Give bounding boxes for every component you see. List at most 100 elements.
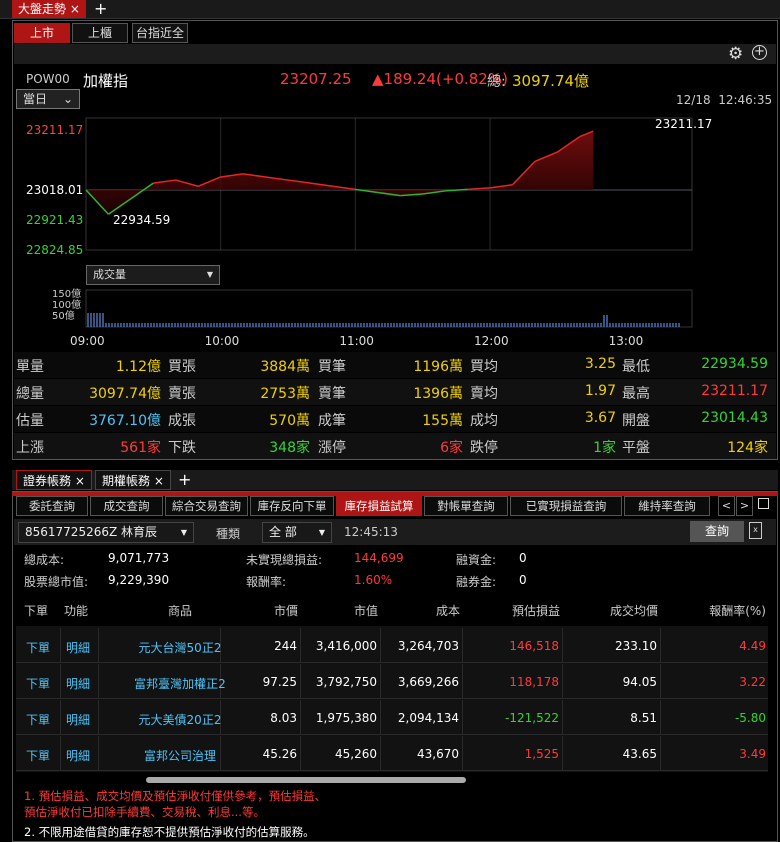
x-tick-label: 13:00 — [609, 334, 644, 348]
estimated-pl: 146,518 — [509, 639, 559, 653]
short-sale-value: 0 — [519, 573, 527, 587]
note-1-cont: 預估淨收付已扣除手續費、交易稅、利息...等。 — [24, 805, 265, 819]
stat-value: 155萬 — [422, 413, 463, 429]
column-header[interactable]: 成本 — [436, 602, 460, 619]
stat-label: 賣筆 — [318, 386, 346, 402]
detail-link[interactable]: 明細 — [66, 711, 90, 728]
return-rate-cell: -5.80 — [734, 711, 766, 725]
close-icon[interactable]: × — [75, 474, 85, 488]
stat-value: 348家 — [269, 440, 310, 456]
short-sale-label: 融券金: — [456, 575, 497, 589]
cost-cell: 2,094,134 — [397, 711, 459, 725]
product-name[interactable]: 富邦公司治理 — [100, 747, 260, 764]
stat-label: 賣張 — [168, 386, 196, 402]
order-link[interactable]: 下單 — [26, 675, 50, 692]
scroll-left-icon[interactable]: < — [718, 496, 735, 516]
stat-value: 561家 — [120, 440, 161, 456]
popout-icon[interactable] — [758, 498, 769, 509]
estimated-pl: 1,525 — [524, 747, 559, 761]
stat-label: 下跌 — [168, 440, 196, 456]
column-header[interactable]: 報酬率(%) — [709, 602, 766, 619]
stat-value: 3884萬 — [260, 359, 310, 375]
column-header[interactable]: 成交均價 — [610, 602, 658, 619]
stat-value: 3097.74億 — [89, 386, 161, 402]
subtab-7[interactable]: 維持率查詢 — [624, 496, 710, 516]
type-select[interactable]: 全 部 ▼ — [262, 522, 332, 543]
order-link[interactable]: 下單 — [26, 639, 50, 656]
note-1: 1. 預估損益、成交均價及預估淨收付僅供參考，預估損益、 — [24, 789, 327, 803]
y-tick-label: 23211.17 — [26, 123, 83, 137]
subtab-1[interactable]: 成交查詢 — [90, 496, 163, 516]
return-rate-cell: 3.49 — [739, 747, 766, 761]
tab-securities-account[interactable]: 證券帳務 × — [16, 470, 92, 490]
low-label: 22934.59 — [113, 213, 170, 227]
export-excel-icon[interactable]: x — [749, 522, 762, 539]
product-name[interactable]: 富邦臺灣加權正2 — [100, 675, 260, 692]
unrealized-label: 未實現總損益: — [246, 553, 323, 567]
market-value-label: 股票總市值: — [24, 575, 89, 589]
subtab-6[interactable]: 已實現損益查詢 — [510, 496, 622, 516]
stat-value: 1.97 — [584, 383, 616, 399]
x-tick-label: 11:00 — [339, 334, 374, 348]
return-rate: 1.60% — [354, 573, 393, 587]
stat-value: 1196萬 — [413, 359, 463, 375]
scroll-right-icon[interactable]: > — [736, 496, 753, 516]
dropdown-arrow-icon: ▼ — [318, 528, 325, 537]
stat-label: 最高 — [622, 386, 650, 402]
stat-value: 570萬 — [269, 413, 310, 429]
column-header[interactable]: 商品 — [140, 602, 220, 619]
note-2: 2. 不限用途借貸的庫存恕不提供預估淨收付的估算服務。 — [24, 825, 315, 839]
price-chart: 23211.17 22934.59 23211.17 23018.01 22921.43… — [26, 117, 712, 348]
financing-label: 融資金: — [456, 553, 497, 567]
horizontal-scrollbar[interactable] — [146, 777, 466, 783]
stat-value: 1家 — [593, 440, 616, 456]
dropdown-arrow-icon: ▼ — [180, 528, 187, 537]
dropdown-arrow-icon: ▼ — [206, 270, 213, 279]
stat-value: 23211.17 — [701, 383, 768, 399]
column-header[interactable]: 下單 — [24, 602, 48, 619]
query-button[interactable]: 查詢 — [690, 521, 744, 542]
avg-price: 233.10 — [615, 639, 657, 653]
return-rate-cell: 4.49 — [739, 639, 766, 653]
stat-label: 成均 — [470, 413, 498, 429]
column-header[interactable]: 市價 — [274, 602, 298, 619]
detail-link[interactable]: 明細 — [66, 639, 90, 656]
market-price: 45.26 — [262, 747, 297, 761]
cost-cell: 3,264,703 — [397, 639, 459, 653]
volume-tick-label: 150億 — [52, 287, 81, 300]
column-header[interactable]: 功能 — [64, 602, 88, 619]
detail-link[interactable]: 明細 — [66, 747, 90, 764]
tab-label: 期權帳務 — [102, 474, 151, 488]
stat-value: 6家 — [440, 440, 463, 456]
product-name[interactable]: 元大台灣50正2 — [100, 639, 260, 656]
stat-label: 開盤 — [622, 413, 650, 429]
account-select[interactable]: 85617725266Z 林育辰 ▼ — [18, 522, 194, 543]
subtab-4[interactable]: 庫存損益試算 — [336, 496, 422, 516]
product-name[interactable]: 元大美債20正2 — [100, 711, 260, 728]
subtab-0[interactable]: 委託查詢 — [16, 496, 88, 516]
query-time: 12:45:13 — [344, 525, 398, 539]
stat-label: 買筆 — [318, 359, 346, 375]
column-header[interactable]: 預估損益 — [512, 602, 560, 619]
market-value-cell: 3,792,750 — [315, 675, 377, 689]
total-cost-label: 總成本: — [24, 553, 65, 567]
subtab-5[interactable]: 對帳單查詢 — [424, 496, 508, 516]
stat-label: 平盤 — [622, 440, 650, 456]
cost-cell: 3,669,266 — [397, 675, 459, 689]
x-tick-label: 10:00 — [205, 334, 240, 348]
volume-select[interactable]: 成交量 ▼ — [86, 265, 220, 285]
volume-tick-label: 50億 — [52, 309, 75, 322]
avg-price: 94.05 — [622, 675, 657, 689]
stat-value: 3.25 — [584, 356, 616, 372]
tab-futures-account[interactable]: 期權帳務 × — [95, 470, 171, 490]
subtab-2[interactable]: 綜合交易查詢 — [165, 496, 248, 516]
subtab-3[interactable]: 庫存反向下單 — [250, 496, 334, 516]
add-tab-icon[interactable]: + — [172, 470, 197, 490]
column-header[interactable]: 市值 — [354, 602, 378, 619]
detail-link[interactable]: 明細 — [66, 675, 90, 692]
stat-label: 總量 — [16, 386, 44, 402]
order-link[interactable]: 下單 — [26, 747, 50, 764]
type-label: 種類 — [216, 527, 241, 541]
order-link[interactable]: 下單 — [26, 711, 50, 728]
close-icon[interactable]: × — [154, 474, 164, 488]
